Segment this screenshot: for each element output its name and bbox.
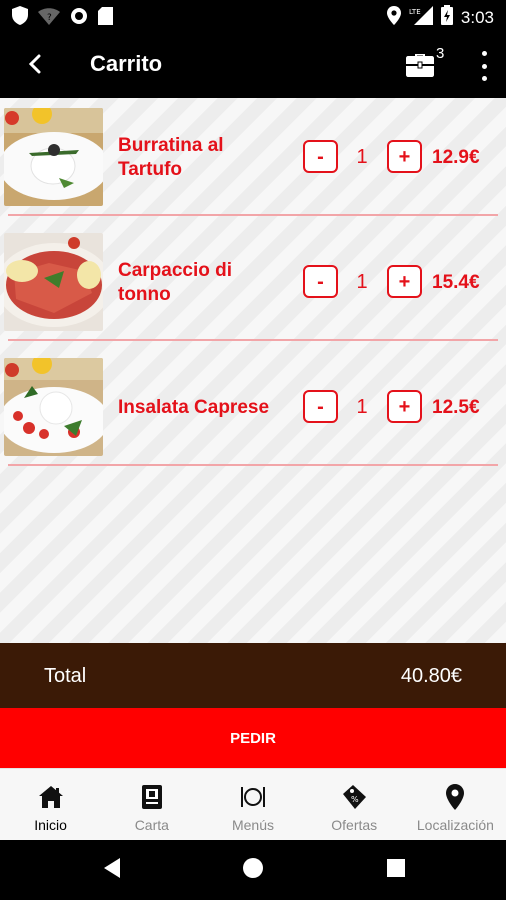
carpaccio-image [4,233,103,331]
nav-label: Localización [416,817,494,833]
item-divider [8,214,498,216]
sd-card-icon [98,6,113,30]
burratina-image [4,108,103,206]
cutlery-plate-icon [239,783,267,811]
cart-item: Carpaccio di tonno - 1 + 15.4€ [0,223,506,341]
cart-item: Insalata Caprese - 1 + 12.5€ [0,348,506,466]
recents-square-icon [387,858,405,882]
item-quantity: 1 [356,146,368,168]
item-divider [8,464,498,466]
app-bar: Carrito 3 [0,32,506,98]
nav-item-localizacion[interactable]: Localización [405,769,506,840]
decrease-quantity-button[interactable]: - [303,390,338,423]
system-navigation-bar [0,840,506,900]
back-button[interactable] [18,49,52,83]
increase-quantity-button[interactable]: + [387,390,422,423]
svg-text:?: ? [47,13,52,23]
offer-tag-icon: % [340,783,368,811]
cart-count-badge: 3 [436,45,445,62]
cart-item: Burratina al Tartufo - 1 + 12.9€ [0,98,506,216]
item-name: Insalata Caprese [118,397,270,418]
nav-item-ofertas[interactable]: % Ofertas [304,769,405,840]
briefcase-icon [406,53,434,82]
cart-list: Burratina al Tartufo - 1 + 12.9€ Carpacc… [0,98,506,643]
decrease-quantity-button[interactable]: - [303,140,338,173]
system-recents-button[interactable] [380,854,412,886]
home-circle-icon [242,857,264,884]
item-price: 12.9€ [432,147,480,168]
circle-icon [70,7,88,30]
item-quantity: 1 [356,271,368,293]
system-back-button[interactable] [96,854,128,886]
caprese-image [4,358,103,456]
svg-text:LTE: LTE [409,8,421,16]
cart-button[interactable]: 3 [406,45,446,85]
order-button[interactable]: PEDIR [0,708,506,768]
nav-label: Carta [134,817,169,833]
increase-quantity-button[interactable]: + [387,265,422,298]
nav-label: Ofertas [331,817,378,833]
status-bar: ? LTE 3:03 [0,0,506,32]
battery-icon [440,5,453,30]
more-vert-icon [481,51,487,56]
decrease-quantity-button[interactable]: - [303,265,338,298]
nav-item-menus[interactable]: Menús [202,769,303,840]
more-options-button[interactable] [478,51,490,81]
bottom-navigation: Inicio Carta Menús % Ofertas Localizació… [0,768,506,840]
page-title: Carrito [90,51,163,76]
item-name: Carpaccio di tonno [118,260,233,305]
total-label: Total [44,665,87,687]
wifi-icon: ? [38,7,60,30]
total-value: 40.80€ [400,665,462,687]
system-home-button[interactable] [237,854,269,886]
nav-label: Inicio [34,817,67,833]
svg-text:%: % [351,795,359,804]
signal-lte-icon: LTE [409,5,433,30]
item-price: 12.5€ [432,397,480,418]
location-pin-icon [441,783,469,811]
item-price: 15.4€ [432,272,480,293]
nav-label: Menús [231,817,275,833]
item-divider [8,339,498,341]
menu-card-icon [138,783,166,811]
more-vert-dot [481,63,487,69]
shield-icon [12,6,28,30]
back-triangle-icon [102,857,122,884]
total-bar: Total 40.80€ [0,643,506,708]
nav-item-inicio[interactable]: Inicio [0,769,101,840]
home-icon [37,783,65,811]
item-name: Burratina al Tartufo [118,135,224,180]
item-quantity: 1 [356,396,368,418]
nav-item-carta[interactable]: Carta [101,769,202,840]
more-vert-dot [481,76,487,81]
arrow-back-icon [28,54,42,79]
increase-quantity-button[interactable]: + [387,140,422,173]
status-time: 3:03 [460,7,494,27]
location-icon [386,5,401,30]
